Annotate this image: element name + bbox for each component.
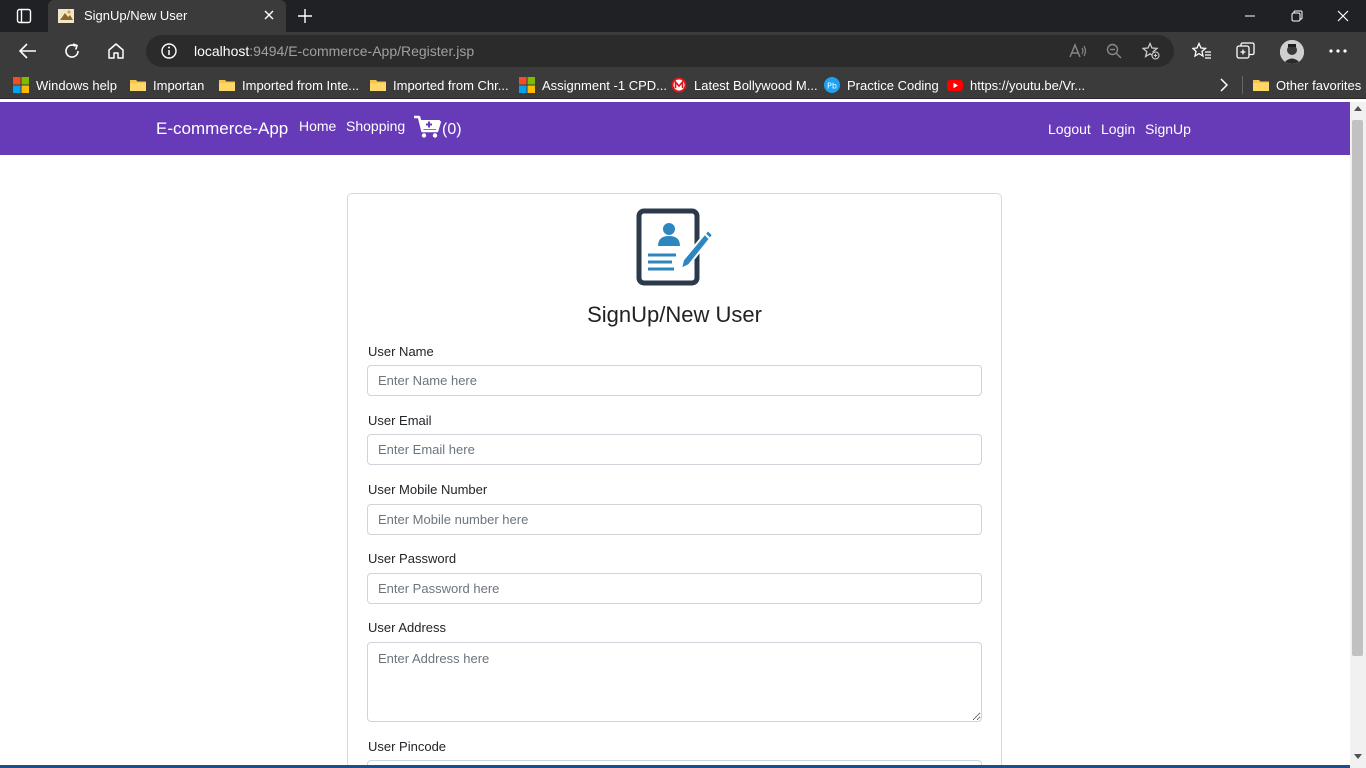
folder-icon xyxy=(219,77,235,93)
back-icon[interactable] xyxy=(13,36,43,66)
user-password-input[interactable] xyxy=(367,573,982,604)
user-password-label: User Password xyxy=(368,551,457,566)
bookmark-other-favorites[interactable]: Other favorites xyxy=(1253,75,1361,95)
read-aloud-icon[interactable] xyxy=(1068,41,1088,61)
tab-title: SignUp/New User xyxy=(84,8,188,23)
nav-signup-link[interactable]: SignUp xyxy=(1145,121,1191,137)
bookmark-bollywood[interactable]: Latest Bollywood M... xyxy=(671,75,818,95)
bookmark-label: https://youtu.be/Vr... xyxy=(970,77,1086,93)
user-name-label: User Name xyxy=(368,344,434,359)
nav-logout-link[interactable]: Logout xyxy=(1048,121,1091,137)
folder-icon xyxy=(370,77,386,93)
pb-logo-icon: Pb xyxy=(824,77,840,93)
signup-card: SignUp/New User User Name User Email Use… xyxy=(347,193,1002,768)
cart-count: (0) xyxy=(442,120,462,138)
user-mobile-label: User Mobile Number xyxy=(368,482,488,497)
cart-link[interactable]: (0) xyxy=(414,115,462,144)
url-text: localhost:9494/E-commerce-App/Register.j… xyxy=(194,43,474,59)
folder-icon xyxy=(1253,77,1269,93)
site-navbar: E-commerce-App Home Shopping (0) Logout … xyxy=(0,102,1350,155)
profile-avatar[interactable] xyxy=(1280,40,1304,64)
bookmark-label: Importan xyxy=(153,77,205,93)
scrollbar-thumb[interactable] xyxy=(1352,120,1363,656)
bookmark-assignment[interactable]: Assignment -1 CPD... xyxy=(519,75,667,95)
user-mobile-input[interactable] xyxy=(367,504,982,535)
svg-text:Pb: Pb xyxy=(827,82,837,91)
browser-title-bar: SignUp/New User xyxy=(0,0,1366,32)
bookmark-imported-chrome[interactable]: Imported from Chr... xyxy=(370,75,509,95)
user-address-textarea[interactable] xyxy=(367,642,982,722)
nav-home-link[interactable]: Home xyxy=(299,118,336,134)
bookmark-label: Practice Coding xyxy=(847,77,939,93)
collections-icon[interactable] xyxy=(1235,40,1257,62)
bookmarks-divider xyxy=(1242,76,1243,94)
close-window-icon[interactable] xyxy=(1329,4,1357,28)
cart-plus-icon xyxy=(414,115,442,144)
url-host: localhost xyxy=(194,43,250,59)
zoom-out-icon[interactable] xyxy=(1104,41,1124,61)
add-favorite-icon[interactable] xyxy=(1141,41,1161,61)
form-title: SignUp/New User xyxy=(587,302,762,327)
bookmark-label: Imported from Chr... xyxy=(393,77,509,93)
tab-close-icon[interactable] xyxy=(260,6,278,24)
bookmark-label: Latest Bollywood M... xyxy=(694,77,818,93)
bookmark-label: Other favorites xyxy=(1276,77,1362,93)
bookmarks-overflow-icon[interactable] xyxy=(1219,75,1229,95)
user-email-label: User Email xyxy=(368,413,432,428)
minimize-icon[interactable] xyxy=(1236,4,1264,28)
m-logo-icon xyxy=(671,77,687,93)
more-options-icon[interactable] xyxy=(1327,40,1349,62)
url-path: :9494/E-commerce-App/Register.jsp xyxy=(249,43,475,59)
user-address-label: User Address xyxy=(368,620,447,635)
bookmark-label: Windows help xyxy=(36,77,117,93)
tab-favicon-icon xyxy=(58,8,74,24)
tab-actions-icon[interactable] xyxy=(12,7,36,25)
bookmark-imported-ie[interactable]: Imported from Inte... xyxy=(219,75,359,95)
bookmark-label: Assignment -1 CPD... xyxy=(542,77,667,93)
folder-icon xyxy=(130,77,146,93)
windows-logo-icon xyxy=(519,77,535,93)
user-pincode-label: User Pincode xyxy=(368,739,447,754)
windows-logo-icon xyxy=(13,77,29,93)
youtube-icon xyxy=(947,77,963,93)
nav-login-link[interactable]: Login xyxy=(1101,121,1135,137)
signup-form-icon xyxy=(636,208,716,288)
restore-icon[interactable] xyxy=(1283,4,1311,28)
site-info-icon[interactable] xyxy=(160,42,178,60)
brand-link[interactable]: E-commerce-App xyxy=(156,119,288,139)
scroll-up-arrow-icon[interactable] xyxy=(1354,106,1362,111)
favorites-icon[interactable] xyxy=(1191,40,1213,62)
active-tab[interactable]: SignUp/New User xyxy=(48,0,286,32)
bookmark-windows-help[interactable]: Windows help xyxy=(13,75,117,95)
address-bar[interactable]: localhost:9494/E-commerce-App/Register.j… xyxy=(146,35,1174,67)
bookmarks-bar: Windows help Importan Imported from Inte… xyxy=(0,70,1366,99)
bookmark-label: Imported from Inte... xyxy=(242,77,360,93)
nav-shopping-link[interactable]: Shopping xyxy=(346,118,405,134)
bookmark-practice-coding[interactable]: Pb Practice Coding xyxy=(824,75,939,95)
new-tab-icon[interactable] xyxy=(294,5,316,27)
refresh-icon[interactable] xyxy=(57,36,87,66)
bookmark-youtube[interactable]: https://youtu.be/Vr... xyxy=(947,75,1085,95)
scroll-down-arrow-icon[interactable] xyxy=(1354,754,1362,759)
user-name-input[interactable] xyxy=(367,365,982,396)
browser-toolbar: localhost:9494/E-commerce-App/Register.j… xyxy=(0,32,1366,70)
home-icon[interactable] xyxy=(101,36,131,66)
user-email-input[interactable] xyxy=(367,434,982,465)
bookmark-importan[interactable]: Importan xyxy=(130,75,204,95)
